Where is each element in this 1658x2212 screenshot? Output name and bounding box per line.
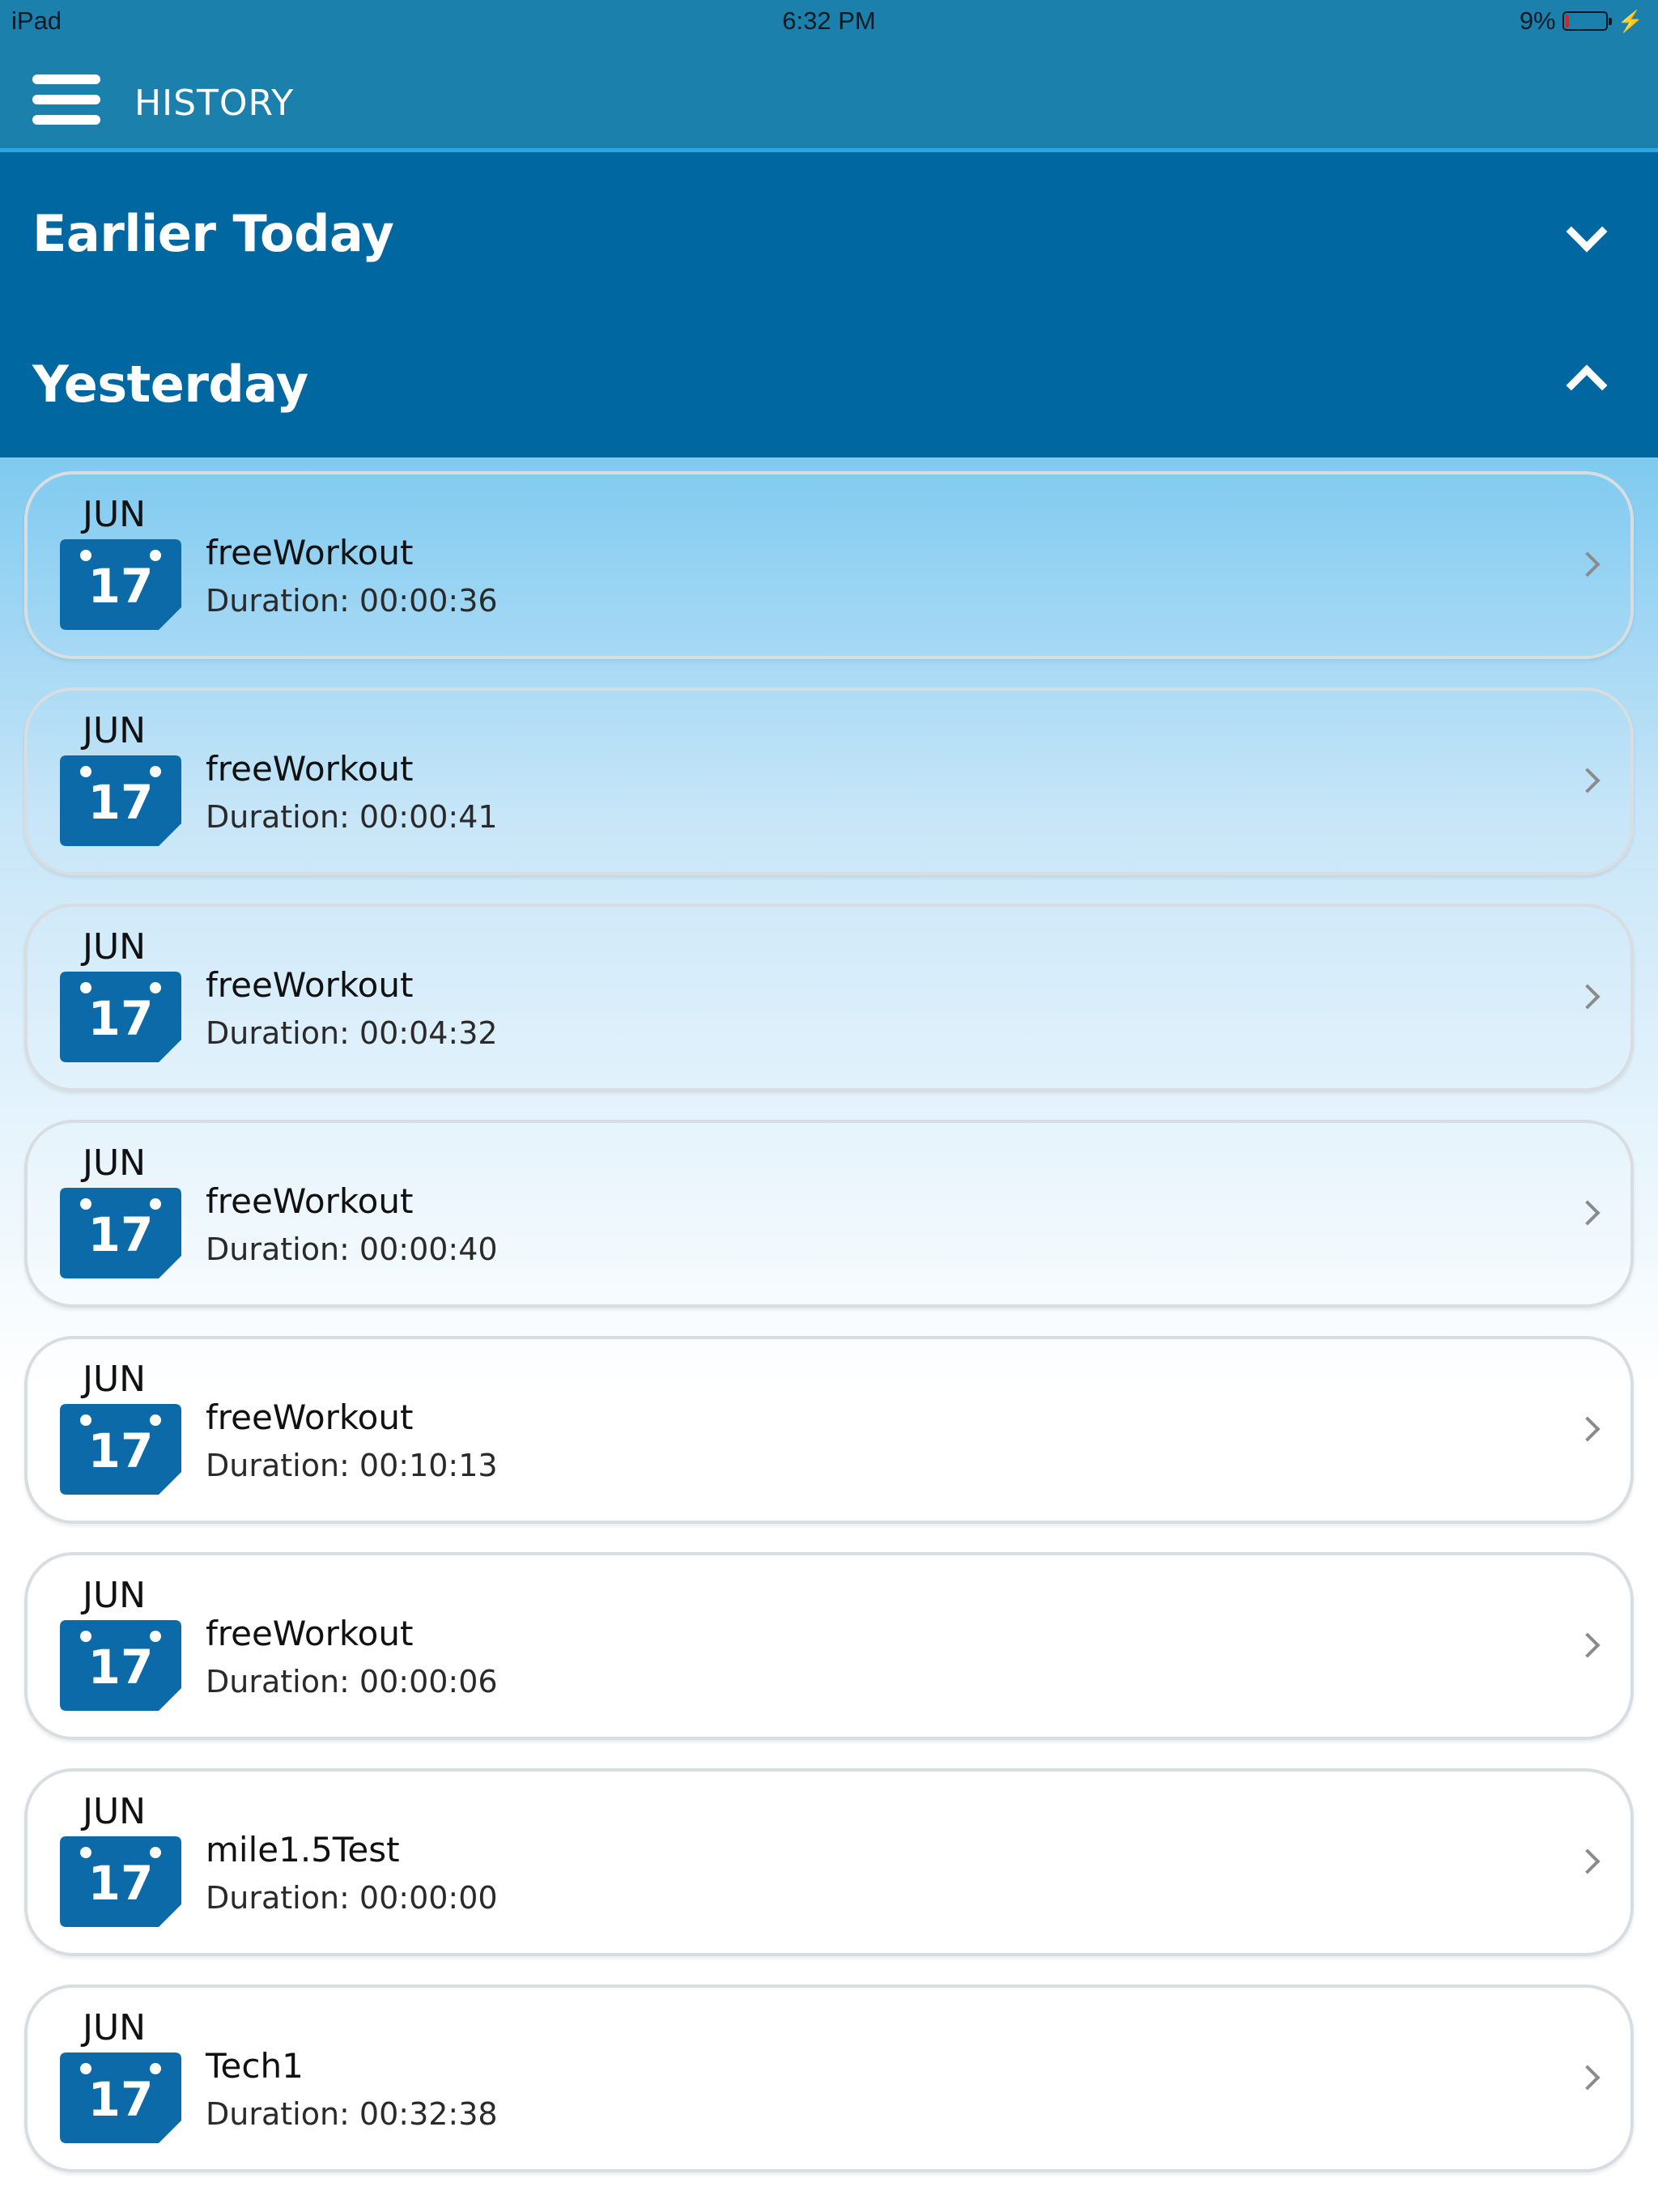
hamburger-menu-icon[interactable]: [32, 74, 100, 125]
workout-name: mile1.5Test: [206, 1830, 400, 1870]
workout-duration: Duration: 00:00:00: [206, 1880, 498, 1916]
workout-duration: Duration: 00:32:38: [206, 2096, 498, 2132]
date-month: JUN: [83, 494, 147, 535]
calendar-icon: 17: [60, 972, 181, 1062]
date-day: 17: [87, 559, 154, 614]
workout-name: Tech1: [206, 2046, 304, 2086]
workout-card[interactable]: JUN 17 Tech1 Duration: 00:32:38: [24, 1984, 1634, 2172]
section-header-yesterday[interactable]: Yesterday: [0, 304, 1658, 457]
section-title: Yesterday: [32, 355, 308, 414]
workout-name: freeWorkout: [206, 1397, 414, 1437]
workout-name: freeWorkout: [206, 965, 414, 1005]
workout-name: freeWorkout: [206, 1614, 414, 1653]
workout-name: freeWorkout: [206, 749, 414, 789]
section-header-earlier-today[interactable]: Earlier Today: [0, 152, 1658, 304]
chevron-up-icon: [1566, 364, 1608, 406]
workout-card[interactable]: JUN 17 mile1.5Test Duration: 00:00:00: [24, 1768, 1634, 1956]
date-month: JUN: [83, 1142, 147, 1184]
page-title: HISTORY: [134, 83, 295, 124]
chevron-right-icon: [1575, 1848, 1601, 1874]
battery-percent: 9%: [1519, 6, 1556, 35]
date-day: 17: [87, 1207, 154, 1262]
date-month: JUN: [83, 2007, 147, 2048]
chevron-right-icon: [1575, 1200, 1601, 1226]
app-bar: HISTORY: [0, 42, 1658, 152]
workout-duration: Duration: 00:00:40: [206, 1231, 498, 1267]
status-right: 9% ⚡: [1520, 6, 1643, 36]
calendar-icon: 17: [60, 1620, 181, 1711]
calendar-icon: 17: [60, 1188, 181, 1278]
chevron-right-icon: [1575, 551, 1601, 577]
date-day: 17: [87, 1856, 154, 1911]
workout-card[interactable]: JUN 17 freeWorkout Duration: 00:00:06: [24, 1552, 1634, 1740]
date-day: 17: [87, 775, 154, 830]
section-title: Earlier Today: [32, 204, 394, 263]
date-month: JUN: [83, 1575, 147, 1616]
status-bar: iPad 6:32 PM 9% ⚡: [0, 0, 1658, 42]
workout-card[interactable]: JUN 17 freeWorkout Duration: 00:00:36: [24, 471, 1634, 659]
date-day: 17: [87, 2072, 154, 2127]
date-month: JUN: [83, 1359, 147, 1400]
workout-card[interactable]: JUN 17 freeWorkout Duration: 00:00:41: [24, 687, 1634, 875]
chevron-right-icon: [1575, 768, 1601, 793]
date-month: JUN: [83, 710, 147, 751]
workout-card[interactable]: JUN 17 freeWorkout Duration: 00:10:13: [24, 1336, 1634, 1524]
calendar-icon: 17: [60, 1404, 181, 1495]
chevron-down-icon: [1566, 211, 1608, 253]
workout-list: JUN 17 freeWorkout Duration: 00:00:36 JU…: [0, 457, 1658, 2212]
workout-duration: Duration: 00:00:06: [206, 1664, 498, 1699]
date-day: 17: [87, 1423, 154, 1478]
calendar-icon: 17: [60, 1836, 181, 1927]
status-time: 6:32 PM: [782, 6, 876, 35]
chevron-right-icon: [1575, 1416, 1601, 1442]
date-day: 17: [87, 991, 154, 1046]
workout-duration: Duration: 00:04:32: [206, 1015, 498, 1051]
chevron-right-icon: [1575, 1632, 1601, 1658]
date-month: JUN: [83, 926, 147, 968]
workout-duration: Duration: 00:10:13: [206, 1448, 498, 1483]
battery-level: [1565, 15, 1569, 28]
chevron-right-icon: [1575, 984, 1601, 1010]
calendar-icon: 17: [60, 539, 181, 630]
date-day: 17: [87, 1640, 154, 1695]
workout-name: freeWorkout: [206, 1181, 414, 1221]
bolt-icon: ⚡: [1617, 8, 1643, 33]
calendar-icon: 17: [60, 755, 181, 846]
workout-duration: Duration: 00:00:41: [206, 799, 498, 835]
workout-name: freeWorkout: [206, 533, 414, 572]
workout-card[interactable]: JUN 17 freeWorkout Duration: 00:04:32: [24, 904, 1634, 1091]
battery-icon: [1562, 11, 1612, 31]
date-month: JUN: [83, 1791, 147, 1832]
workout-card[interactable]: JUN 17 freeWorkout Duration: 00:00:40: [24, 1120, 1634, 1308]
chevron-right-icon: [1575, 2065, 1601, 2091]
workout-duration: Duration: 00:00:36: [206, 583, 498, 619]
calendar-icon: 17: [60, 2052, 181, 2143]
